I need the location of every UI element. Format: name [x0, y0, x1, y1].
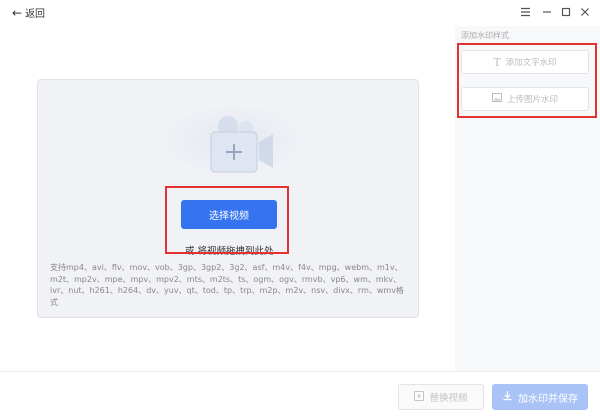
- maximize-icon[interactable]: [557, 4, 575, 20]
- highlight-box-choose: [165, 186, 289, 254]
- highlight-box-watermark: [457, 43, 597, 118]
- add-watermark-save-label: 加水印并保存: [518, 393, 578, 405]
- download-icon: [502, 390, 513, 404]
- replace-video-label: 替换视频: [429, 393, 468, 404]
- add-video-camera-icon: [193, 110, 283, 180]
- minimize-icon[interactable]: [538, 4, 556, 20]
- back-label: 返回: [25, 9, 46, 20]
- side-panel-title: 添加水印样式: [461, 31, 509, 40]
- replace-video-button[interactable]: 替换视频: [398, 384, 484, 410]
- add-watermark-save-button[interactable]: 加水印并保存: [492, 384, 588, 410]
- back-button[interactable]: ← 返回: [12, 5, 46, 21]
- title-bar: ← 返回: [0, 0, 600, 26]
- back-arrow-icon: ←: [12, 5, 23, 20]
- menu-icon[interactable]: [516, 4, 534, 20]
- replace-icon: [414, 390, 425, 404]
- supported-formats-text: 支持mp4、avi、flv、mov、vob、3gp、3gp2、3g2、asf、m…: [50, 263, 404, 307]
- close-icon[interactable]: [576, 4, 594, 20]
- bottom-action-bar: 替换视频 加水印并保存: [0, 371, 600, 420]
